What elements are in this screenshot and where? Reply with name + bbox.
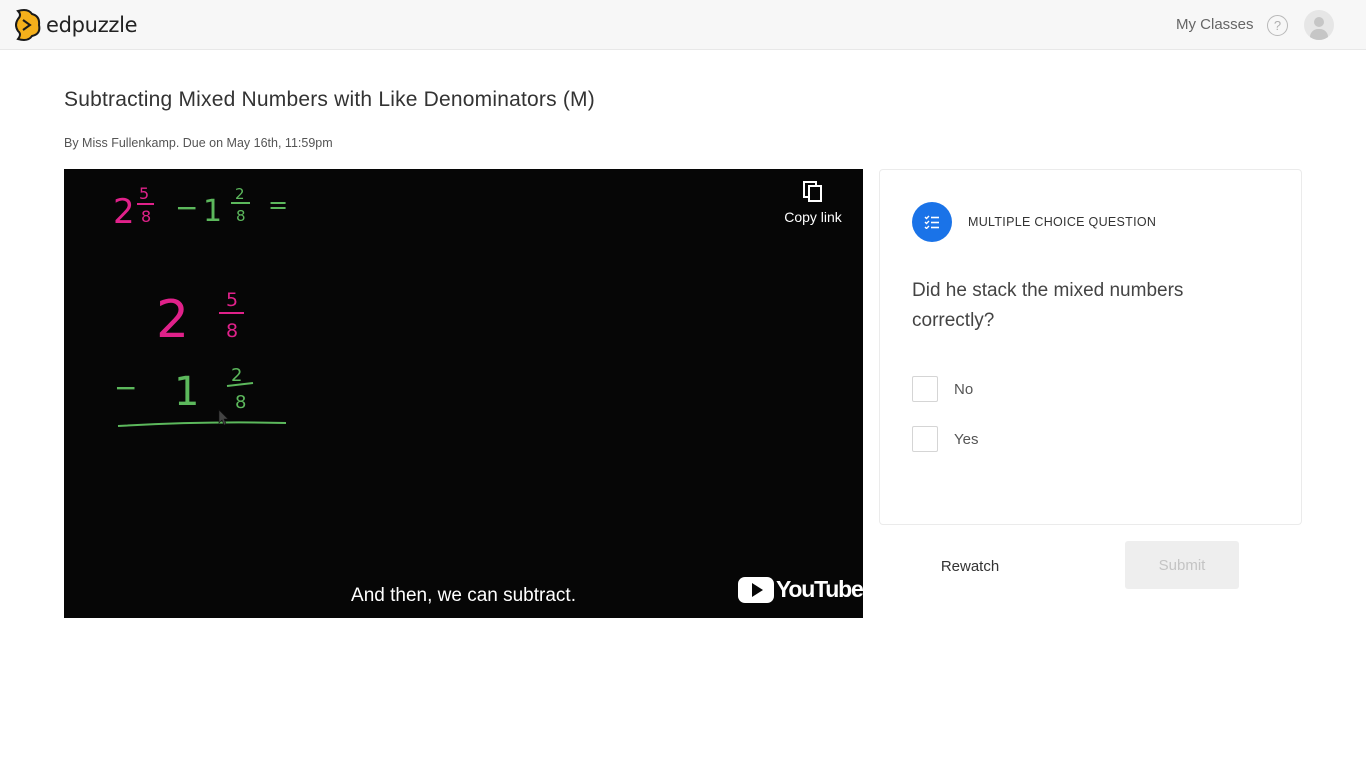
question-card: MULTIPLE CHOICE QUESTION Did he stack th… bbox=[879, 169, 1302, 525]
eq-den1: 8 bbox=[141, 207, 151, 226]
video-player[interactable]: 2 5 8 − 1 2 8 = 2 5 8 − 1 2 8 Copy link … bbox=[64, 169, 863, 618]
page-title: Subtracting Mixed Numbers with Like Deno… bbox=[64, 88, 595, 111]
stack-whole2: 1 bbox=[174, 369, 199, 415]
eq-minus: − bbox=[175, 191, 198, 224]
eq-whole2: 1 bbox=[203, 194, 222, 229]
avatar-head bbox=[1314, 17, 1324, 27]
stack-minus: − bbox=[114, 371, 137, 404]
help-icon[interactable]: ? bbox=[1267, 15, 1288, 36]
youtube-play-icon bbox=[738, 576, 774, 603]
eq-num1: 5 bbox=[139, 184, 149, 203]
stack-whole1: 2 bbox=[156, 290, 189, 350]
eq-num2: 2 bbox=[235, 185, 245, 203]
edpuzzle-logo[interactable]: edpuzzle bbox=[14, 8, 138, 42]
eq-whole1: 2 bbox=[113, 192, 135, 232]
my-classes-link[interactable]: My Classes bbox=[1176, 16, 1254, 33]
option-no[interactable]: No bbox=[912, 375, 973, 403]
question-text: Did he stack the mixed numbers correctly… bbox=[912, 280, 1184, 331]
user-avatar-icon[interactable] bbox=[1304, 10, 1334, 40]
stack-underline bbox=[117, 421, 287, 427]
checklist-icon bbox=[912, 202, 952, 242]
youtube-logo[interactable]: YouTube bbox=[738, 576, 863, 603]
option-checkbox[interactable] bbox=[912, 376, 938, 402]
stack-den1: 8 bbox=[226, 320, 238, 342]
stack-num1: 5 bbox=[226, 289, 238, 311]
stack-den2: 8 bbox=[235, 392, 246, 413]
whiteboard-drawing: 2 5 8 − 1 2 8 = 2 5 8 − 1 2 8 bbox=[113, 184, 288, 427]
edpuzzle-logo-icon bbox=[15, 9, 41, 41]
top-bar: edpuzzle My Classes ? bbox=[0, 0, 1366, 50]
assignment-byline: By Miss Fullenkamp. Due on May 16th, 11:… bbox=[64, 136, 333, 150]
option-yes[interactable]: Yes bbox=[912, 425, 978, 453]
eq-equals: = bbox=[268, 191, 288, 219]
option-label: Yes bbox=[954, 430, 979, 448]
submit-button[interactable]: Submit bbox=[1125, 541, 1239, 589]
copy-icon bbox=[803, 181, 822, 202]
brand-name: edpuzzle bbox=[46, 13, 138, 37]
youtube-wordmark: YouTube bbox=[776, 576, 863, 602]
eq-den2: 8 bbox=[236, 207, 246, 225]
option-label: No bbox=[954, 380, 974, 398]
stack-num2: 2 bbox=[231, 365, 242, 386]
option-checkbox[interactable] bbox=[912, 426, 938, 452]
avatar-body bbox=[1310, 29, 1328, 40]
rewatch-button[interactable]: Rewatch bbox=[920, 545, 1020, 587]
copy-link-button[interactable]: Copy link bbox=[782, 181, 844, 227]
copy-link-label: Copy link bbox=[784, 209, 842, 225]
question-type-label: MULTIPLE CHOICE QUESTION bbox=[968, 215, 1157, 229]
